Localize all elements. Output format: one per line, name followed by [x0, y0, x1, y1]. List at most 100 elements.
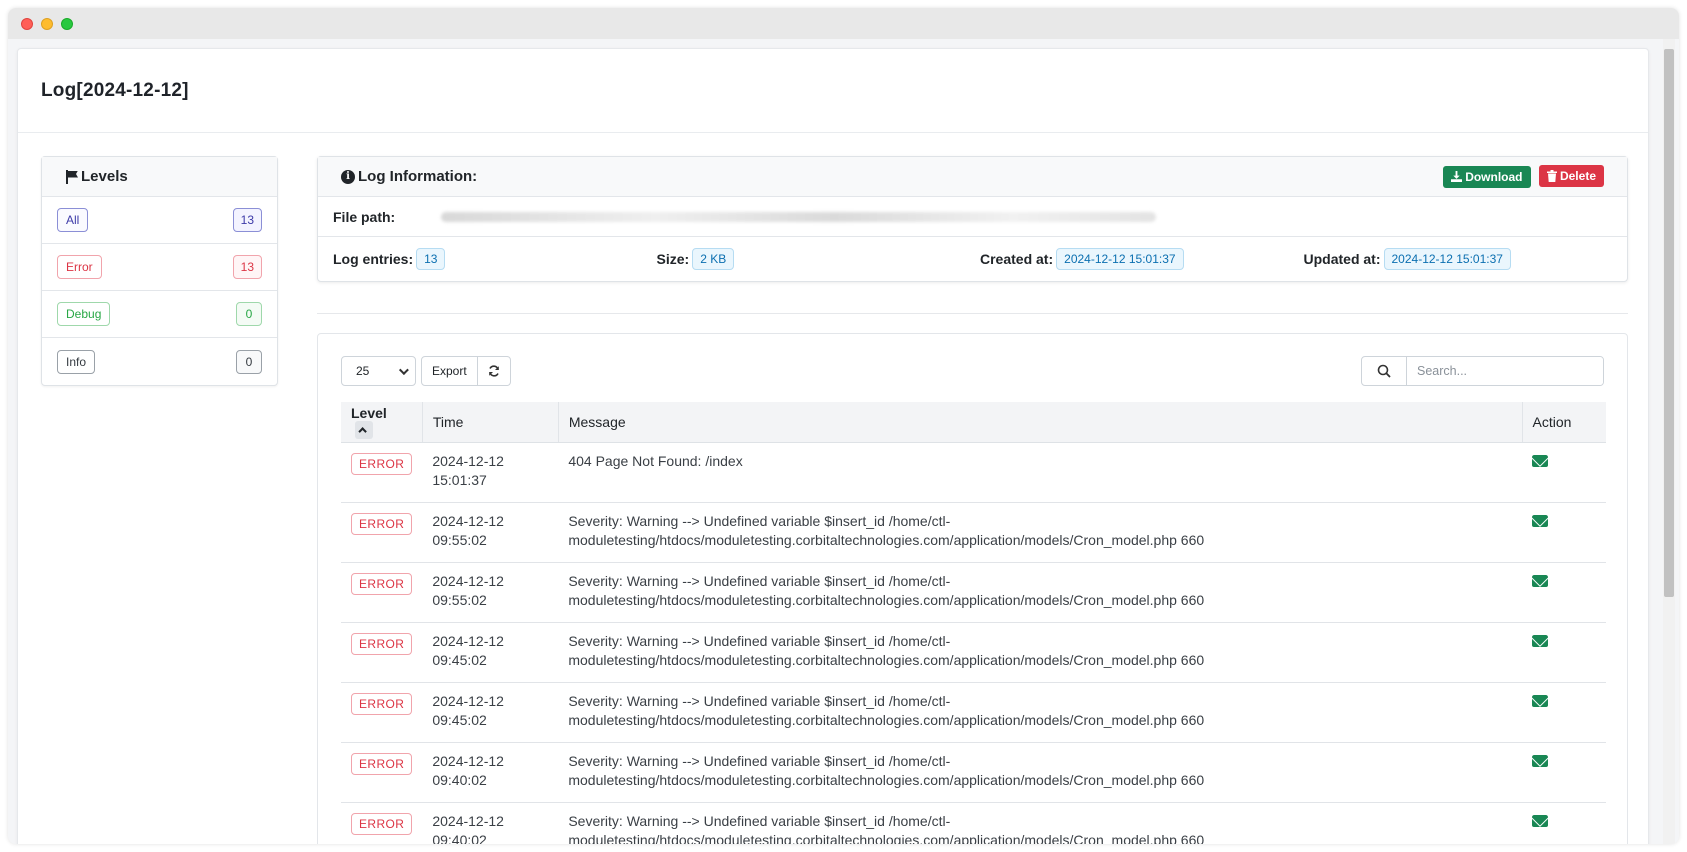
search-icon: [1377, 364, 1391, 378]
search-input[interactable]: [1407, 357, 1603, 385]
minimize-window-button[interactable]: [41, 18, 53, 30]
page-header: Log[2024-12-12]: [18, 49, 1648, 133]
envelope-icon[interactable]: [1532, 454, 1548, 467]
info-circle-icon: i: [341, 169, 355, 184]
envelope-icon[interactable]: [1532, 694, 1548, 707]
action-cell: [1522, 442, 1606, 503]
level-cell: ERROR: [341, 502, 423, 563]
level-filter-debug[interactable]: Debug 0: [42, 291, 277, 338]
envelope-icon[interactable]: [1532, 574, 1548, 587]
log-entries-label: Log entries:: [333, 251, 414, 267]
sort-ascending-icon[interactable]: [355, 420, 373, 439]
envelope-icon[interactable]: [1532, 814, 1548, 827]
app-window: Log[2024-12-12] Levels All 13 Error 13 D…: [8, 8, 1679, 844]
vertical-scrollbar[interactable]: [1663, 39, 1675, 844]
levels-heading: Levels: [81, 168, 128, 185]
log-table: Level Time Message Action ERROR 2024-12-1…: [341, 402, 1606, 844]
level-count-debug: 0: [236, 302, 262, 326]
column-header-level[interactable]: Level: [341, 402, 423, 443]
log-entries-value: 13: [416, 248, 446, 270]
message-line-1: Severity: Warning --> Undefined variable…: [568, 692, 951, 709]
level-label-error[interactable]: Error: [57, 255, 102, 279]
delete-button[interactable]: Delete: [1538, 165, 1604, 188]
log-actions: Download Delete: [1443, 165, 1604, 188]
table-row: ERROR 2024-12-12 09:55:02 Severity: Warning…: [341, 562, 1606, 623]
log-time: 09:45:02: [432, 651, 487, 668]
log-date: 2024-12-12: [432, 692, 504, 709]
level-label-debug[interactable]: Debug: [57, 302, 111, 326]
level-cell: ERROR: [341, 742, 423, 803]
table-row: ERROR 2024-12-12 15:01:37 404 Page Not Foun…: [341, 442, 1606, 503]
log-time: 09:45:02: [432, 711, 487, 728]
message-line-1: Severity: Warning --> Undefined variable…: [568, 512, 951, 529]
error-level-badge: ERROR: [351, 632, 413, 655]
table-header-row: Level Time Message Action: [341, 402, 1606, 443]
level-filter-all[interactable]: All 13: [42, 197, 277, 244]
download-button[interactable]: Download: [1443, 165, 1531, 188]
message-cell: Severity: Warning --> Undefined variable…: [558, 562, 1522, 623]
refresh-button[interactable]: [476, 357, 510, 385]
time-cell: 2024-12-12 09:55:02: [422, 562, 559, 623]
refresh-icon: [488, 365, 499, 377]
close-window-button[interactable]: [21, 18, 33, 30]
title-bar: [8, 8, 1679, 39]
page-size-select[interactable]: 25: [341, 356, 416, 386]
action-cell: [1522, 502, 1606, 563]
message-line-2: moduletesting/htdocs/moduletesting.corbi…: [568, 531, 1205, 548]
message-line-2: moduletesting/htdocs/moduletesting.corbi…: [568, 831, 1205, 845]
level-label-info[interactable]: Info: [57, 349, 96, 374]
size-label: Size:: [656, 251, 690, 267]
levels-card: Levels All 13 Error 13 Debug 0 Info 0: [41, 156, 278, 386]
action-cell: [1522, 682, 1606, 743]
scrollbar-thumb[interactable]: [1664, 49, 1674, 597]
time-cell: 2024-12-12 09:40:02: [422, 742, 559, 803]
message-line-1: Severity: Warning --> Undefined variable…: [568, 632, 951, 649]
message-cell: Severity: Warning --> Undefined variable…: [558, 502, 1522, 563]
file-path-label: File path:: [333, 208, 396, 225]
updated-at-value: 2024-12-12 15:01:37: [1383, 248, 1511, 270]
message-cell: Severity: Warning --> Undefined variable…: [558, 802, 1522, 844]
level-count-error: 13: [232, 255, 262, 279]
log-date: 2024-12-12: [432, 572, 504, 589]
page-size-value: 25: [356, 364, 370, 378]
file-path-row: File path:: [318, 197, 1627, 237]
created-at-value: 2024-12-12 15:01:37: [1056, 248, 1184, 270]
export-button[interactable]: Export: [422, 357, 477, 385]
message-line-1: Severity: Warning --> Undefined variable…: [568, 752, 951, 769]
log-date: 2024-12-12: [432, 632, 504, 649]
level-filter-error[interactable]: Error 13: [42, 244, 277, 291]
message-cell: Severity: Warning --> Undefined variable…: [558, 622, 1522, 683]
log-table-card: 25 Export Search... Level Time Message A…: [317, 333, 1628, 844]
message-line-2: moduletesting/htdocs/moduletesting.corbi…: [568, 591, 1205, 608]
message-cell: Severity: Warning --> Undefined variable…: [558, 742, 1522, 803]
column-header-time[interactable]: Time: [421, 402, 559, 443]
table-row: ERROR 2024-12-12 09:55:02 Severity: Warning…: [341, 502, 1606, 563]
search-button[interactable]: [1362, 357, 1407, 385]
created-at-label: Created at:: [980, 251, 1054, 267]
log-viewer-panel: Log[2024-12-12] Levels All 13 Error 13 D…: [17, 48, 1649, 844]
column-header-message[interactable]: Message: [557, 402, 1522, 443]
level-filter-info[interactable]: Info 0: [42, 338, 277, 385]
time-cell: 2024-12-12 09:45:02: [422, 682, 559, 743]
maximize-window-button[interactable]: [61, 18, 73, 30]
created-at-stat: Created at: 2024-12-12 15:01:37: [980, 248, 1304, 270]
column-header-action: Action: [1521, 402, 1606, 443]
envelope-icon[interactable]: [1532, 754, 1548, 767]
table-row: ERROR 2024-12-12 09:40:02 Severity: Warning…: [341, 802, 1606, 844]
log-date: 2024-12-12: [432, 452, 504, 469]
envelope-icon[interactable]: [1532, 514, 1548, 527]
message-line-1: Severity: Warning --> Undefined variable…: [568, 572, 951, 589]
time-cell: 2024-12-12 15:01:37: [422, 442, 559, 503]
error-level-badge: ERROR: [351, 752, 413, 775]
level-label-all[interactable]: All: [57, 208, 89, 232]
page-title: Log[2024-12-12]: [41, 79, 189, 101]
log-information-header: i Log Information: Download Delete: [318, 157, 1627, 197]
log-table-body: ERROR 2024-12-12 15:01:37 404 Page Not Foun…: [341, 442, 1606, 844]
level-cell: ERROR: [341, 622, 423, 683]
level-cell: ERROR: [341, 682, 423, 743]
search-box: [1361, 356, 1604, 386]
table-row: ERROR 2024-12-12 09:45:02 Severity: Warning…: [341, 682, 1606, 743]
updated-at-label: Updated at:: [1303, 251, 1381, 267]
flag-icon: [65, 169, 78, 184]
envelope-icon[interactable]: [1532, 634, 1548, 647]
